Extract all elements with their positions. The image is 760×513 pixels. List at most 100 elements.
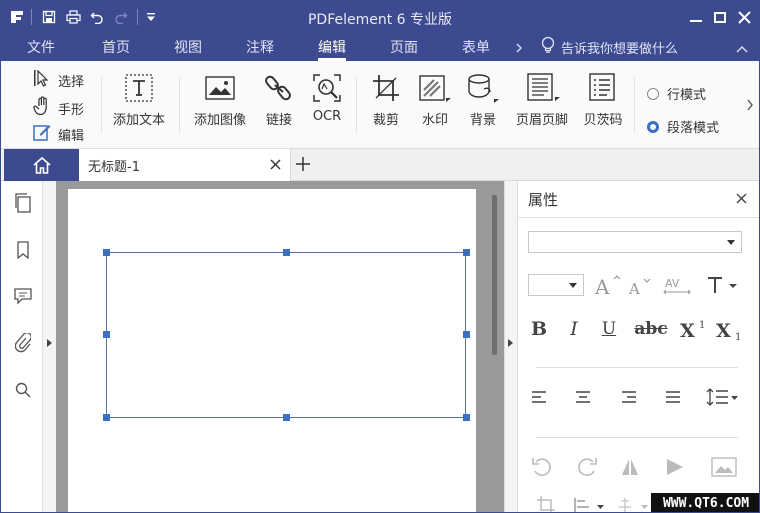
add-text-button[interactable]: 添加文本 [111, 71, 167, 128]
svg-text:1: 1 [735, 332, 741, 341]
font-size-select[interactable] [528, 274, 584, 296]
thumbnails-icon[interactable] [12, 192, 34, 214]
resize-handle-top-right[interactable] [463, 249, 470, 256]
watermark-button[interactable]: 水印 [413, 71, 457, 128]
menu-file[interactable]: 文件 [27, 37, 55, 61]
right-panel-toggle[interactable] [504, 181, 517, 512]
flip-vertical-icon[interactable] [663, 455, 687, 479]
minimize-button[interactable] [687, 7, 705, 27]
vertical-scrollbar-thumb[interactable] [492, 195, 497, 355]
paragraph-mode-label: 段落模式 [667, 121, 720, 136]
align-objects-dropdown-icon[interactable] [572, 497, 608, 512]
ribbon-divider [356, 77, 357, 133]
new-tab-icon[interactable] [295, 156, 311, 176]
line-mode-radio[interactable]: 行模式 [647, 84, 706, 103]
app-logo-icon [7, 7, 27, 27]
edit-label: 编辑 [58, 128, 85, 144]
add-image-icon [205, 71, 235, 105]
document-canvas [56, 181, 504, 512]
flip-horizontal-icon[interactable] [618, 455, 642, 479]
expand-right-arrow-icon [47, 339, 52, 347]
bookmark-icon[interactable] [12, 239, 34, 261]
resize-handle-top[interactable] [283, 249, 290, 256]
divider [536, 437, 738, 438]
bates-number-button[interactable]: 贝茨码 [579, 71, 627, 128]
comment-icon[interactable] [12, 285, 34, 307]
edit-tool[interactable]: 编辑 [33, 123, 84, 145]
text-box-selection[interactable] [106, 252, 466, 418]
menu-page[interactable]: 页面 [390, 37, 418, 61]
document-tab-title: 无标题-1 [88, 160, 140, 175]
search-icon[interactable] [12, 379, 34, 401]
menu-edit[interactable]: 编辑 [318, 37, 346, 61]
decrease-font-icon[interactable]: A [628, 275, 654, 297]
superscript-icon[interactable]: X1 [680, 317, 708, 341]
close-window-button[interactable] [735, 7, 753, 27]
rotate-right-icon[interactable] [575, 455, 599, 479]
customize-toolbar-icon[interactable] [143, 7, 159, 27]
crop-label: 裁剪 [372, 113, 399, 128]
crop-image-icon[interactable] [534, 495, 558, 512]
close-panel-icon[interactable] [734, 191, 748, 205]
watermark-label: 水印 [421, 113, 448, 128]
header-footer-button[interactable]: 页眉页脚 [511, 71, 573, 128]
save-icon[interactable] [39, 7, 59, 27]
attachment-icon[interactable] [12, 332, 34, 354]
ribbon-scroll-right-icon[interactable] [746, 99, 754, 115]
ocr-button[interactable]: OCR [307, 71, 347, 124]
replace-image-icon[interactable] [710, 455, 738, 479]
document-page[interactable] [68, 189, 476, 512]
home-tab[interactable] [4, 149, 79, 181]
align-right-icon[interactable] [618, 386, 640, 408]
select-tool[interactable]: 选择 [33, 69, 84, 91]
underline-icon[interactable]: U [598, 318, 620, 340]
rotate-left-icon[interactable] [530, 455, 554, 479]
resize-handle-bottom-right[interactable] [463, 414, 470, 421]
background-button[interactable]: 背景 [461, 71, 505, 128]
add-image-button[interactable]: 添加图像 [191, 71, 249, 128]
text-style-dropdown-icon[interactable] [704, 273, 740, 297]
crop-button[interactable]: 裁剪 [366, 71, 406, 128]
close-tab-icon[interactable] [270, 159, 281, 174]
character-spacing-icon[interactable]: AV [661, 273, 695, 297]
tell-me-search[interactable]: 告诉我你想要做什么 [561, 38, 678, 62]
document-tab[interactable]: 无标题-1 [79, 149, 291, 181]
resize-handle-right[interactable] [463, 331, 470, 338]
justify-icon[interactable] [662, 386, 684, 408]
bold-icon[interactable]: B [528, 318, 550, 340]
paragraph-mode-radio[interactable]: 段落模式 [647, 117, 719, 136]
align-center-icon[interactable] [572, 386, 594, 408]
menu-home[interactable]: 首页 [102, 37, 130, 61]
italic-icon[interactable]: I [563, 318, 585, 340]
hand-tool[interactable]: 手形 [33, 96, 84, 120]
resize-handle-bottom-left[interactable] [103, 414, 110, 421]
menu-form[interactable]: 表单 [462, 37, 490, 61]
bates-number-icon [588, 71, 618, 105]
subscript-icon[interactable]: X1 [716, 317, 744, 341]
ribbon-divider [101, 77, 102, 133]
header-footer-label: 页眉页脚 [515, 113, 568, 128]
undo-icon[interactable] [87, 7, 107, 27]
svg-text:1: 1 [699, 320, 705, 331]
increase-font-icon[interactable]: A [594, 273, 624, 297]
line-spacing-dropdown-icon[interactable] [704, 384, 740, 410]
background-label: 背景 [469, 113, 496, 128]
menu-comment[interactable]: 注释 [246, 37, 274, 61]
crop-icon [372, 71, 400, 105]
resize-handle-bottom[interactable] [283, 414, 290, 421]
maximize-button[interactable] [711, 7, 729, 27]
svg-text:AV: AV [665, 277, 680, 290]
resize-handle-left[interactable] [103, 331, 110, 338]
menu-view[interactable]: 视图 [174, 37, 202, 61]
print-icon[interactable] [63, 7, 83, 27]
redo-icon[interactable] [111, 7, 131, 27]
align-left-icon[interactable] [528, 386, 550, 408]
strikethrough-icon[interactable]: abc [631, 318, 671, 340]
menu-bar: 文件 首页 视图 注释 编辑 页面 表单 告诉我你想要做什么 [1, 33, 759, 61]
resize-handle-top-left[interactable] [103, 249, 110, 256]
link-button[interactable]: 链接 [259, 71, 299, 128]
left-panel-toggle[interactable] [43, 181, 56, 512]
distribute-objects-dropdown-icon[interactable] [616, 497, 652, 512]
font-family-select[interactable] [528, 231, 742, 253]
ribbon-toolbar: 选择 手形 编辑 添加文本 添加图像 链接 OCR 裁剪 水印 背景 页眉页脚 … [1, 61, 759, 149]
